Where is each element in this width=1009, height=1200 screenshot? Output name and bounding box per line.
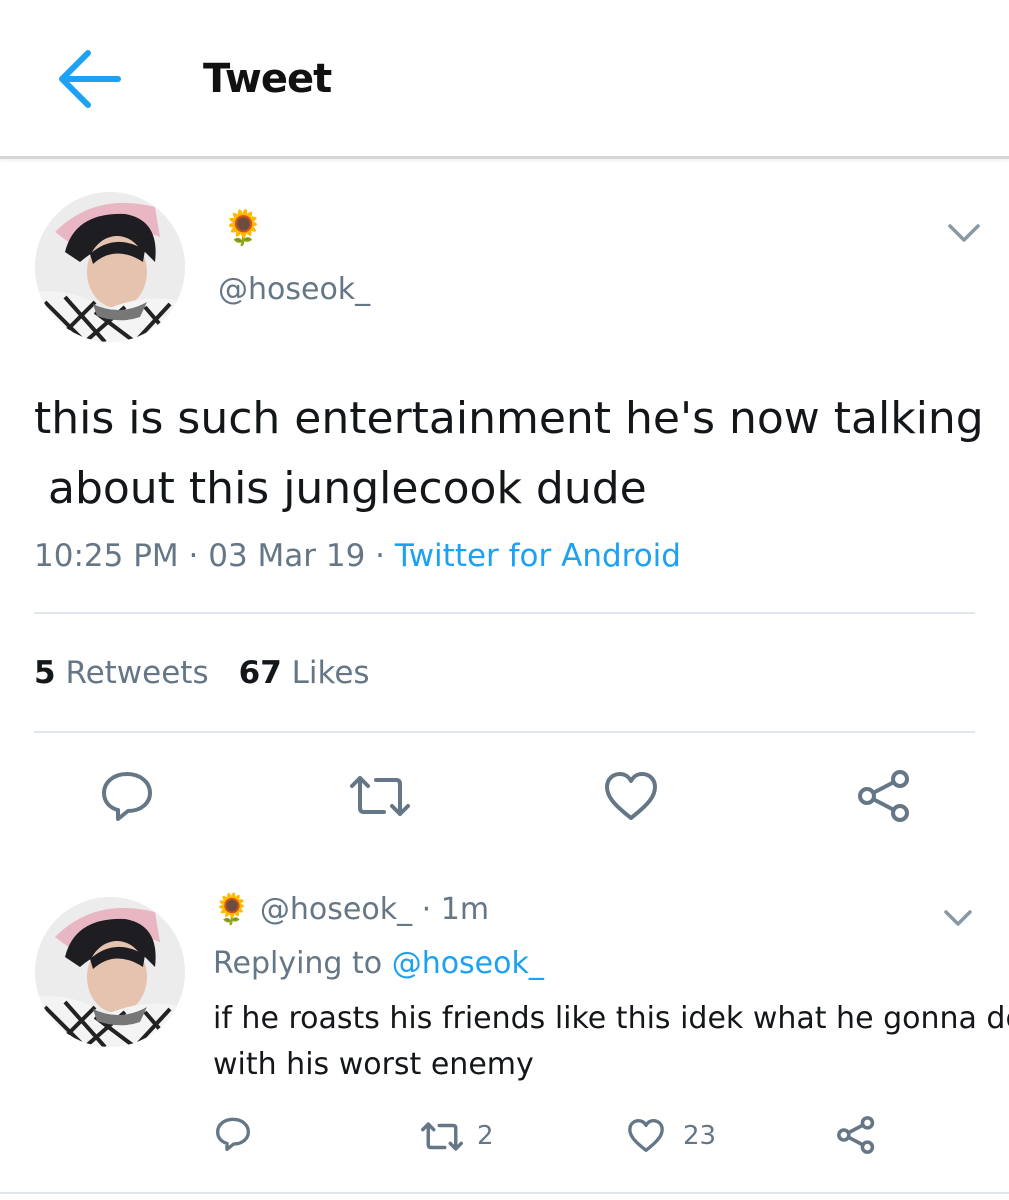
back-button[interactable]	[56, 47, 124, 111]
retweets-count: 5	[34, 655, 56, 691]
reply-like-count: 23	[683, 1121, 717, 1151]
replying-to-label: Replying to	[213, 946, 383, 981]
tweet-date: 03 Mar 19	[208, 538, 366, 574]
likes-count: 67	[238, 655, 282, 691]
separator: ·	[421, 892, 432, 927]
separator: ·	[188, 538, 199, 574]
replying-to-handle[interactable]: @hoseok_	[392, 946, 544, 981]
reply-text-line: with his worst enemy	[213, 1047, 534, 1082]
divider	[34, 731, 975, 733]
reply-share-button[interactable]	[836, 1115, 876, 1159]
display-name-emoji: 🌻	[222, 208, 265, 248]
back-arrow-icon	[59, 50, 121, 108]
display-name-emoji: 🌻	[213, 892, 251, 927]
separator: ·	[375, 538, 386, 574]
retweets-stat[interactable]: 5 Retweets	[34, 655, 209, 691]
share-icon	[837, 1116, 875, 1154]
page-title: Tweet	[203, 56, 332, 102]
divider	[0, 1192, 1009, 1194]
reply-button[interactable]	[100, 770, 154, 826]
like-button[interactable]	[603, 770, 659, 826]
replying-to: Replying to @hoseok_	[213, 946, 544, 981]
tweet-stats: 5 Retweets 67 Likes	[34, 655, 370, 691]
retweet-icon	[421, 1122, 463, 1151]
reply-icon	[102, 772, 152, 821]
tweet-text-line: about this junglecook dude	[34, 463, 647, 514]
heart-icon	[605, 772, 657, 820]
reply-author-handle[interactable]: @hoseok_	[260, 892, 412, 927]
tweet-text: this is such entertainment he's now talk…	[34, 384, 984, 524]
share-icon	[858, 770, 909, 822]
reply-author-avatar[interactable]	[35, 897, 185, 1047]
retweet-icon	[350, 776, 410, 816]
divider	[34, 612, 975, 614]
reply-text-line: if he roasts his friends like this idek …	[213, 1001, 1009, 1036]
heart-icon	[628, 1119, 664, 1152]
reply-text: if he roasts his friends like this idek …	[213, 996, 1009, 1088]
tweet-time: 10:25 PM	[34, 538, 179, 574]
reply-time: 1m	[440, 892, 490, 927]
share-button[interactable]	[856, 769, 912, 827]
chevron-down-icon	[948, 224, 980, 242]
reply-header: 🌻 @hoseok_ · 1m	[213, 892, 489, 927]
tweet-text-line: this is such entertainment he's now talk…	[34, 393, 984, 444]
top-bar: Tweet	[0, 0, 1009, 159]
reply-icon	[216, 1117, 250, 1152]
chevron-down-icon	[944, 910, 972, 926]
retweet-button[interactable]	[348, 772, 412, 824]
likes-stat[interactable]: 67 Likes	[239, 655, 370, 691]
reply-like-button[interactable]	[627, 1118, 665, 1157]
author-handle[interactable]: @hoseok_	[218, 272, 370, 307]
avatar-image	[35, 192, 185, 342]
tweet-meta: 10:25 PM · 03 Mar 19 · Twitter for Andro…	[34, 538, 681, 574]
tweet-menu-button[interactable]	[947, 222, 981, 248]
avatar-image	[35, 897, 185, 1047]
reply-retweet-button[interactable]	[420, 1120, 464, 1157]
likes-label: Likes	[291, 655, 370, 691]
reply-reply-button[interactable]	[215, 1116, 251, 1156]
tweet-source-link[interactable]: Twitter for Android	[395, 538, 681, 574]
author-avatar[interactable]	[35, 192, 185, 342]
reply-retweet-count: 2	[477, 1121, 494, 1151]
reply-menu-button[interactable]	[943, 908, 973, 932]
retweets-label: Retweets	[65, 655, 209, 691]
